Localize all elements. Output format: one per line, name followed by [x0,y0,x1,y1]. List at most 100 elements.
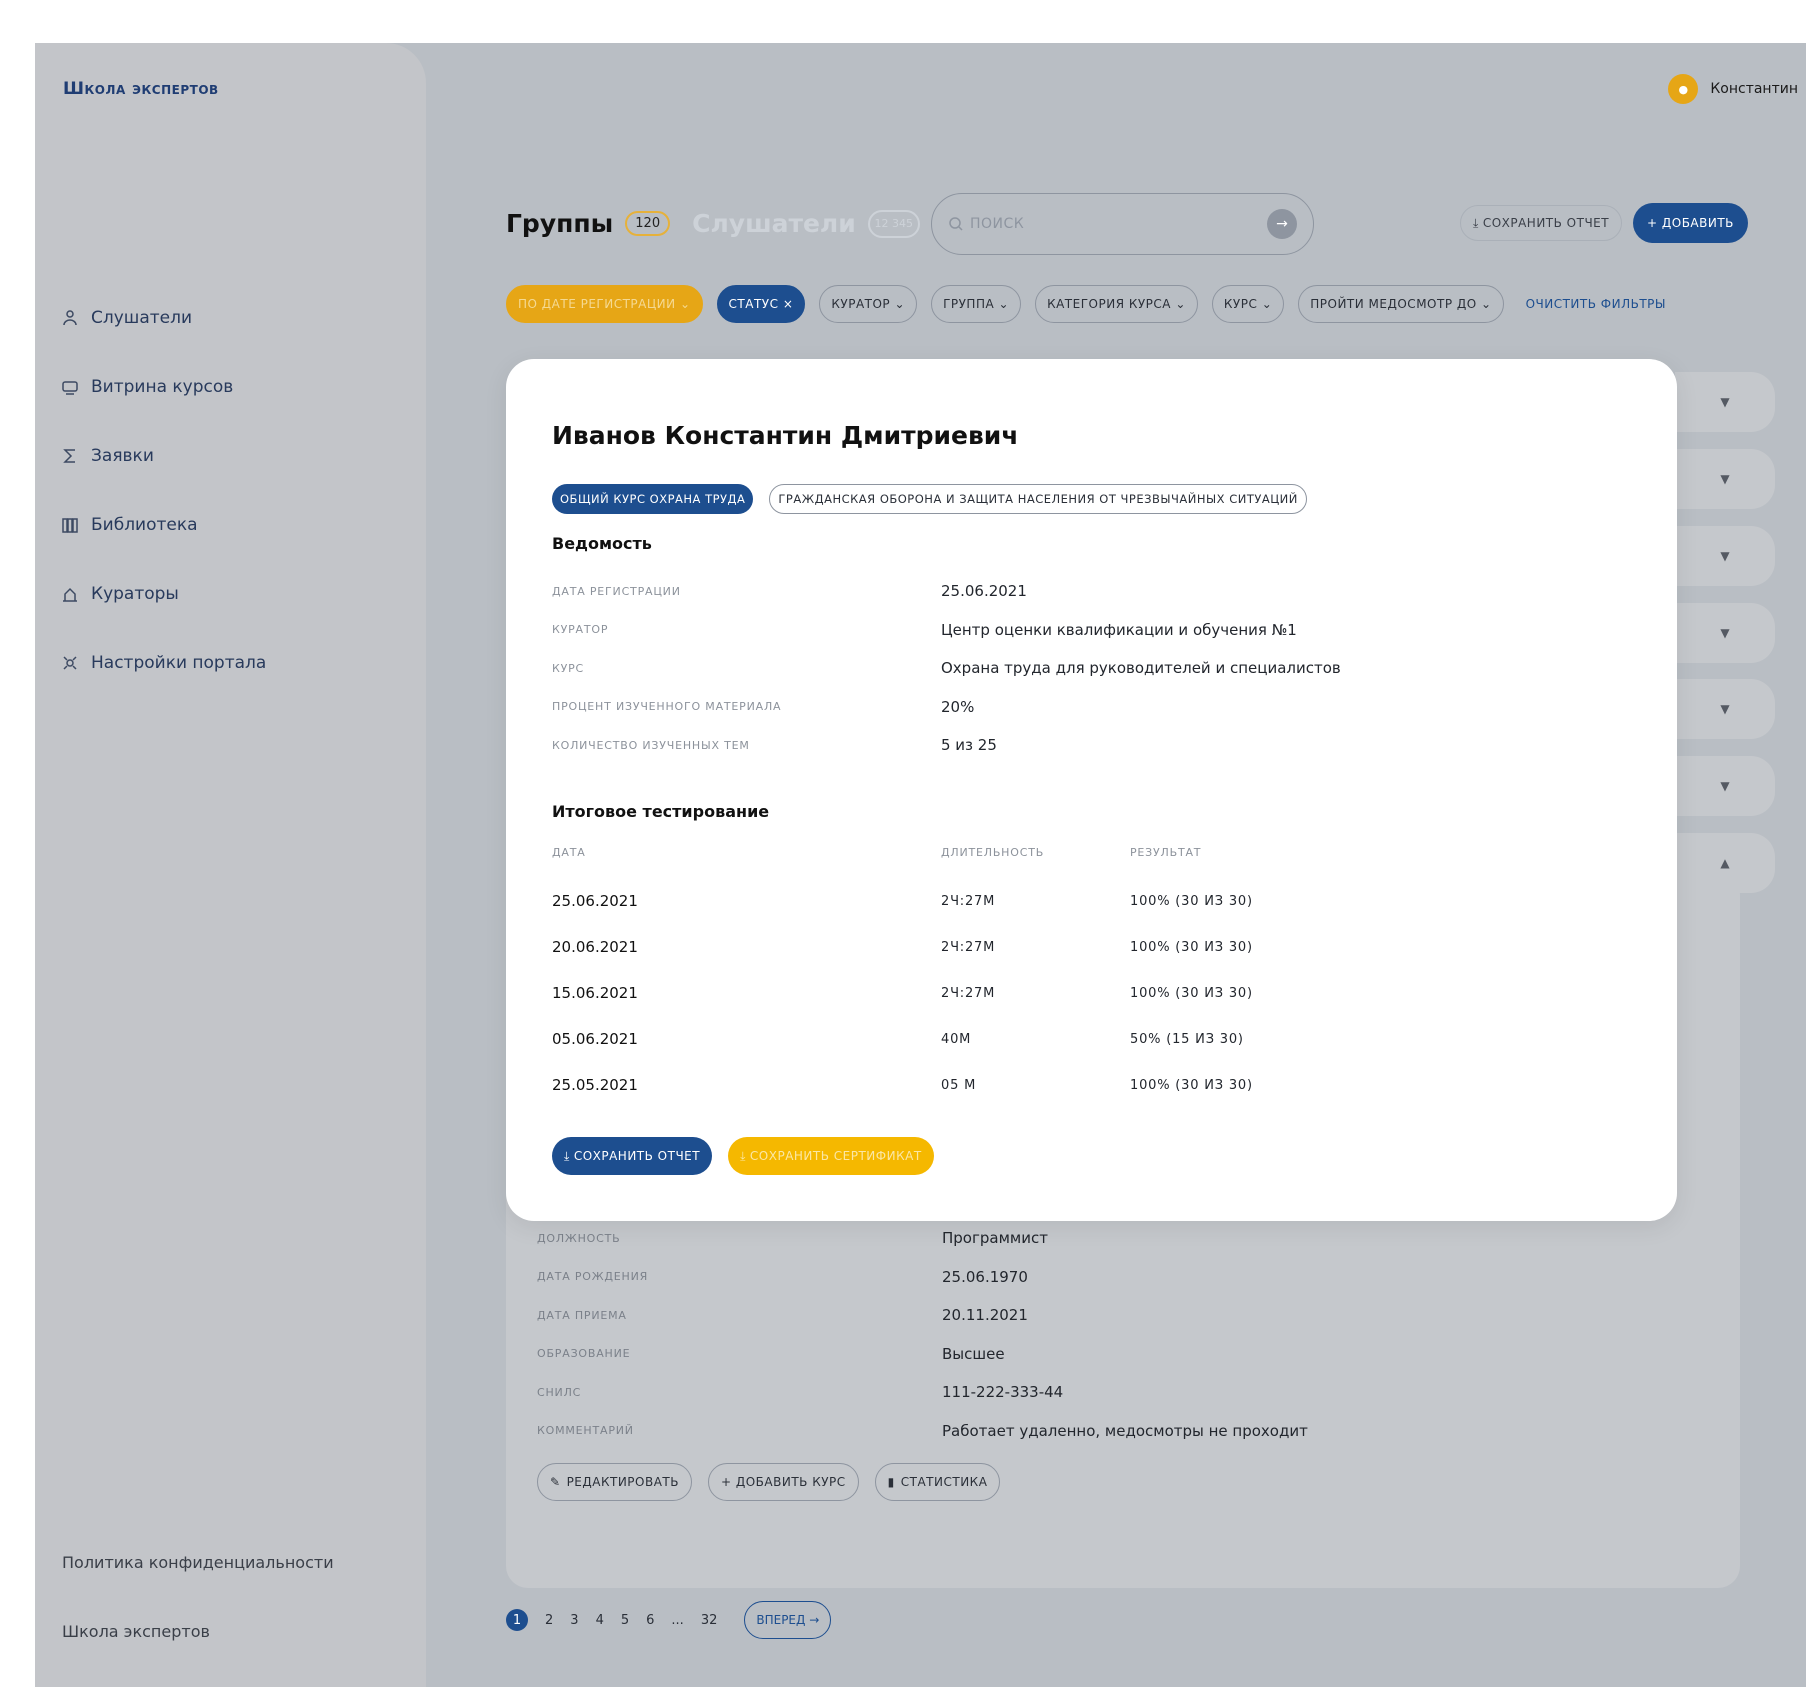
course-tag[interactable]: ГРАЖДАНСКАЯ ОБОРОНА И ЗАЩИТА НАСЕЛЕНИЯ О… [769,484,1307,514]
sidebar-item-requests[interactable]: Заявки [59,421,266,490]
user-menu[interactable]: ● Константин [1668,74,1798,104]
clear-filters-link[interactable]: ОЧИСТИТЬ ФИЛЬТРЫ [1526,297,1666,311]
chevron-down-icon: ⌄ [1481,297,1492,311]
cell-duration: 40М [941,1031,972,1047]
tab-groups[interactable]: Группы [506,209,613,238]
cell-duration: 2Ч:27М [941,985,996,1001]
chevron-down-icon: ▼ [1720,549,1730,563]
info-row: КУРС Охрана труда для руководителей и спе… [552,649,1341,688]
save-report-button[interactable]: ⤓ СОХРАНИТЬ ОТЧЕТ [1460,205,1623,241]
sidebar-item-listeners[interactable]: Слушатели [59,283,266,352]
save-certificate-label: СОХРАНИТЬ СЕРТИФИКАТ [749,1149,922,1163]
edit-label: РЕДАКТИРОВАТЬ [566,1475,679,1489]
chevron-down-icon: ⌄ [894,297,906,311]
save-report-button[interactable]: ⤓ СОХРАНИТЬ ОТЧЕТ [552,1137,713,1175]
detail-row: ДАТА РОЖДЕНИЯ 25.06.1970 [537,1258,1308,1297]
section-statement: Ведомость [552,534,652,553]
filter-group[interactable]: ГРУППА ⌄ [931,285,1022,323]
course-tag-active[interactable]: ОБЩИЙ КУРС ОХРАНА ТРУДА [552,484,754,514]
sigma-icon [59,445,81,467]
user-name: Константин [1710,81,1798,97]
page-1[interactable]: 1 [506,1609,528,1631]
detail-row: ОБРАЗОВАНИЕ Высшее [537,1335,1308,1374]
detail-row: ДАТА ПРИЕМА 20.11.2021 [537,1296,1308,1335]
info-value: 5 из 25 [941,736,997,755]
search-submit-button[interactable]: → [1267,209,1297,239]
sidebar-item-library[interactable]: Библиотека [59,490,266,559]
statistics-button[interactable]: ▮ СТАТИСТИКА [874,1463,1001,1501]
chevron-down-icon: ⌄ [1175,297,1186,311]
page-4[interactable]: 4 [596,1613,604,1628]
table-row: 20.06.2021 2Ч:27М 100% (30 ИЗ 30) [552,924,1253,970]
save-certificate-button[interactable]: ⤓ СОХРАНИТЬ СЕРТИФИКАТ [728,1137,934,1175]
sidebar-item-label: Настройки портала [91,652,267,673]
edit-button[interactable]: ✎ РЕДАКТИРОВАТЬ [537,1463,692,1501]
sidebar: Школа экспертов Слушатели Витрина курсов… [35,43,426,1687]
pagination: 1 2 3 4 5 6 ... 32 ВПЕРЕД → [506,1601,832,1639]
sidebar-item-settings[interactable]: Настройки портала [59,628,266,697]
table-row: 05.06.2021 40М 50% (15 ИЗ 30) [552,1016,1253,1062]
sidebar-nav: Слушатели Витрина курсов Заявки Библиоте… [59,283,266,697]
test-table: 25.06.2021 2Ч:27М 100% (30 ИЗ 30) 20.06.20… [552,878,1253,1108]
info-label: КУРС [552,661,585,675]
add-course-button[interactable]: + ДОБАВИТЬ КУРС [707,1463,859,1501]
groups-count-badge: 120 [625,211,671,236]
detail-label: ДОЛЖНОСТЬ [537,1231,621,1245]
list-row-toggle[interactable]: ▼ [1675,449,1775,509]
next-page-button[interactable]: ВПЕРЕД → [744,1601,832,1639]
arrow-right-icon: → [1276,216,1288,232]
close-icon[interactable]: × [783,297,794,311]
table-row: 25.06.2021 2Ч:27М 100% (30 ИЗ 30) [552,878,1253,924]
filter-medical-checkup[interactable]: ПРОЙТИ МЕДОСМОТР ДО ⌄ [1298,285,1504,323]
list-row-toggle[interactable]: ▼ [1675,756,1775,816]
list-row-toggle-expanded[interactable]: ▲ [1675,833,1775,893]
page-6[interactable]: 6 [646,1613,654,1628]
sidebar-item-curators[interactable]: Кураторы [59,559,266,628]
cell-result: 50% (15 ИЗ 30) [1130,1031,1244,1047]
page-32[interactable]: 32 [701,1613,718,1628]
page-3[interactable]: 3 [570,1613,578,1628]
chevron-down-icon: ▼ [1720,626,1730,640]
filter-course-category[interactable]: КАТЕГОРИЯ КУРСА ⌄ [1035,285,1198,323]
filter-curator[interactable]: КУРАТОР ⌄ [819,285,918,323]
col-duration: ДЛИТЕЛЬНОСТЬ [941,846,1045,859]
logo[interactable]: Школа экспертов [63,79,219,99]
cell-result: 100% (30 ИЗ 30) [1130,893,1253,909]
chevron-up-icon: ▲ [1720,856,1730,870]
filter-course[interactable]: КУРС ⌄ [1211,285,1285,323]
sidebar-item-courses[interactable]: Витрина курсов [59,352,266,421]
filter-registration-date[interactable]: ПО ДАТЕ РЕГИСТРАЦИИ ⌄ [506,285,703,323]
users-icon [59,307,81,329]
save-report-label: СОХРАНИТЬ ОТЧЕТ [1482,216,1610,230]
detail-label: ДАТА РОЖДЕНИЯ [537,1270,649,1284]
chip-label: ПО ДАТЕ РЕГИСТРАЦИИ [518,297,676,311]
list-row-toggle[interactable]: ▼ [1675,526,1775,586]
detail-value: Работает удаленно, медосмотры не проходи… [942,1421,1308,1440]
add-button[interactable]: + ДОБАВИТЬ [1633,203,1748,243]
info-row: ДАТА РЕГИСТРАЦИИ 25.06.2021 [552,572,1341,611]
filter-status[interactable]: СТАТУС × [716,285,806,323]
modal-title: Иванов Константин Дмитриевич [552,421,1019,450]
tab-listeners[interactable]: Слушатели [692,209,856,238]
search-input[interactable]: ПОИСК → [931,193,1314,255]
list-row-toggle[interactable]: ▼ [1675,679,1775,739]
chevron-down-icon: ▼ [1720,395,1730,409]
page-2[interactable]: 2 [545,1613,553,1628]
cell-result: 100% (30 ИЗ 30) [1130,985,1253,1001]
bar-chart-icon: ▮ [887,1475,895,1489]
detail-value: 20.11.2021 [942,1306,1028,1325]
filter-bar: ПО ДАТЕ РЕГИСТРАЦИИ ⌄ СТАТУС × КУРАТОР ⌄… [506,285,1666,323]
list-row-toggle[interactable]: ▼ [1675,603,1775,663]
page-5[interactable]: 5 [621,1613,629,1628]
pencil-icon: ✎ [550,1475,561,1489]
info-label: ДАТА РЕГИСТРАЦИИ [552,584,681,598]
cell-date: 05.06.2021 [552,1030,638,1048]
cell-date: 15.06.2021 [552,984,638,1002]
cell-duration: 2Ч:27М [941,939,996,955]
list-row-toggle[interactable]: ▼ [1675,372,1775,432]
detail-value: 25.06.1970 [942,1267,1028,1286]
privacy-policy-link[interactable]: Политика конфиденциальности [62,1553,334,1572]
listener-modal: Иванов Константин Дмитриевич ОБЩИЙ КУРС … [506,359,1677,1221]
sidebar-item-label: Витрина курсов [91,376,234,397]
footer-school-link[interactable]: Школа экспертов [62,1622,210,1641]
